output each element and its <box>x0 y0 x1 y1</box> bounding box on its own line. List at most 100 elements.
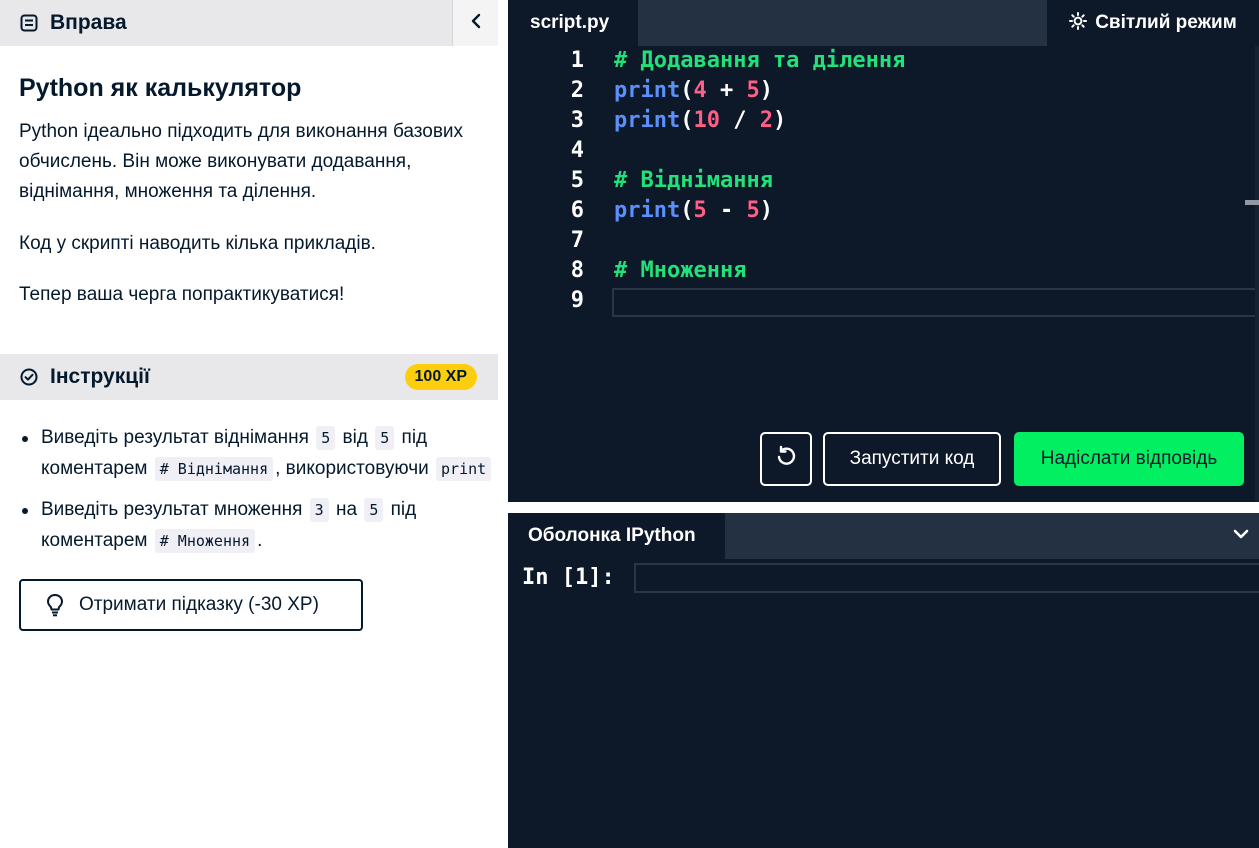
code-line[interactable]: 5 # Віднімання <box>508 166 1259 196</box>
ipython-shell: Оболонка IPython In [1]: <box>508 513 1259 848</box>
code-token: + <box>706 78 747 103</box>
inline-code: 5 <box>316 426 336 450</box>
instruction-text: коментарем <box>41 530 148 551</box>
collapse-shell-button[interactable] <box>1223 513 1259 559</box>
instruction-text: коментарем <box>41 458 148 479</box>
tab-script-py[interactable]: script.py <box>508 0 638 46</box>
tab-label: script.py <box>530 12 610 33</box>
shell-input[interactable] <box>634 563 1259 593</box>
lightbulb-icon <box>45 593 65 617</box>
instruction-text: , використовуючи <box>275 458 429 479</box>
code-token: 4 <box>693 78 707 103</box>
run-code-button[interactable]: Запустити код <box>823 432 1001 486</box>
instruction-text: під <box>390 499 417 520</box>
code-token: 2 <box>759 108 773 133</box>
code-text: print(5 - 5) <box>614 196 773 226</box>
code-token: # Віднімання <box>614 168 773 193</box>
line-number: 6 <box>570 198 584 223</box>
code-text: print(10 / 2) <box>614 106 786 136</box>
hint-button-label: Отримати підказку (-30 XP) <box>79 594 319 615</box>
instructions-header: Інструкції 100 XP <box>0 354 498 400</box>
tab-ipython-shell[interactable]: Оболонка IPython <box>508 513 725 559</box>
line-number: 8 <box>570 258 584 283</box>
code-token: 5 <box>746 198 760 223</box>
code-text: print(4 + 5) <box>614 76 773 106</box>
reset-code-button[interactable] <box>760 432 812 486</box>
code-line[interactable]: 4 <box>508 136 1259 166</box>
inline-code: 5 <box>364 498 384 522</box>
light-mode-label: Світлий режим <box>1095 12 1237 33</box>
code-token: / <box>719 108 760 133</box>
exercise-header: Вправа <box>0 0 498 46</box>
exercise-paragraph: Тепер ваша черга попрактикуватися! <box>19 284 345 305</box>
code-token: ) <box>759 198 773 223</box>
code-line[interactable]: 8 # Множення <box>508 256 1259 286</box>
instructions-list: Виведіть результат віднімання 5 від 5 пі… <box>20 422 498 566</box>
line-number: 9 <box>570 288 584 313</box>
instruction-text: від <box>342 427 368 448</box>
undo-icon <box>775 445 797 473</box>
instruction-text: Виведіть результат віднімання <box>41 427 309 448</box>
code-line[interactable]: 7 <box>508 226 1259 256</box>
code-line[interactable]: 2 print(4 + 5) <box>508 76 1259 106</box>
editor-scrollbar[interactable] <box>1255 46 1259 502</box>
light-mode-toggle[interactable]: Світлий режим <box>1047 0 1259 46</box>
code-token: 5 <box>693 198 707 223</box>
instruction-text: . <box>257 530 263 551</box>
code-token: 10 <box>693 108 720 133</box>
instruction-text: на <box>335 499 358 520</box>
sun-icon <box>1069 11 1088 35</box>
exercise-paragraph: Python ідеально підходить для виконання … <box>19 121 464 202</box>
code-editor: script.py Світлий режим 1 # Додавання та … <box>508 0 1259 502</box>
document-icon <box>20 14 38 32</box>
chevron-down-icon <box>1233 527 1249 545</box>
code-token: ) <box>772 108 787 133</box>
list-item: Виведіть результат віднімання 5 від 5 пі… <box>20 422 498 484</box>
chevron-left-icon <box>469 13 483 34</box>
line-number: 2 <box>570 78 584 103</box>
inline-code: print <box>436 457 492 481</box>
code-token: ) <box>759 78 773 103</box>
code-area[interactable]: 1 # Додавання та ділення 2 print(4 + 5) 3 pri… <box>508 46 1259 316</box>
tab-label: Оболонка IPython <box>528 525 696 546</box>
editor-tab-bar: script.py Світлий режим <box>508 0 1259 46</box>
inline-code: 3 <box>309 498 329 522</box>
line-number: 7 <box>570 228 584 253</box>
code-token: print <box>614 108 681 133</box>
collapse-panel-button[interactable] <box>452 0 498 46</box>
scrollbar-thumb[interactable] <box>1245 200 1259 205</box>
line-number: 1 <box>570 48 584 73</box>
inline-code: # Множення <box>154 529 256 553</box>
code-token: # Множення <box>614 258 747 283</box>
exercise-header-label: Вправа <box>50 11 127 34</box>
shell-tab-bar: Оболонка IPython <box>508 513 1259 559</box>
xp-badge: 100 XP <box>404 364 477 390</box>
inline-code: 5 <box>375 426 395 450</box>
instruction-text: під <box>401 427 428 448</box>
inline-code: # Віднімання <box>154 457 274 481</box>
code-token: ( <box>680 198 694 223</box>
code-token: - <box>706 198 747 223</box>
code-token: ( <box>680 78 694 103</box>
code-token: ( <box>680 108 694 133</box>
exercise-title: Python як калькулятор <box>19 74 302 102</box>
instructions-header-label: Інструкції <box>50 365 150 388</box>
instruction-text: Виведіть результат множення <box>41 499 303 520</box>
list-item: Виведіть результат множення 3 на 5 під к… <box>20 494 498 556</box>
exercise-panel: Вправа Python як калькулятор Python ідеа… <box>0 0 498 848</box>
code-text: # Віднімання <box>614 166 773 196</box>
current-line-highlight <box>612 288 1259 317</box>
code-token: 5 <box>746 78 760 103</box>
code-line[interactable]: 1 # Додавання та ділення <box>508 46 1259 76</box>
get-hint-button[interactable]: Отримати підказку (-30 XP) <box>19 579 363 631</box>
line-number: 5 <box>570 168 584 193</box>
submit-answer-button[interactable]: Надіслати відповідь <box>1014 432 1244 486</box>
shell-prompt: In [1]: <box>522 565 615 590</box>
code-text: # Додавання та ділення <box>614 46 905 76</box>
line-number: 3 <box>570 108 584 133</box>
code-text: # Множення <box>614 256 746 286</box>
code-line[interactable]: 3 print(10 / 2) <box>508 106 1259 136</box>
line-number: 4 <box>570 138 584 163</box>
code-token: print <box>614 198 681 223</box>
code-line[interactable]: 6 print(5 - 5) <box>508 196 1259 226</box>
